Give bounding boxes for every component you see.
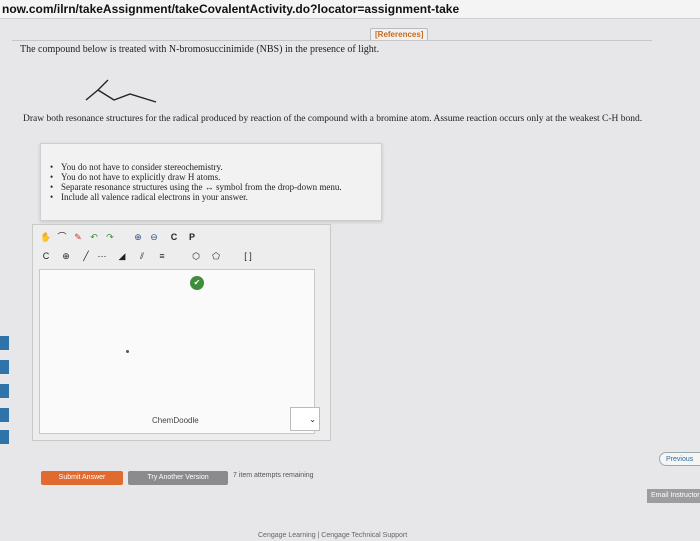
attempts-remaining: 7 item attempts remaining	[233, 472, 314, 479]
hint-item: You do not have to explicitly draw H ato…	[50, 172, 381, 182]
single-bond-icon[interactable]: ╱	[79, 249, 93, 263]
hint-item: Separate resonance structures using the …	[50, 182, 381, 192]
carbon-atom-icon[interactable]: C	[39, 249, 53, 263]
hints-box: You do not have to consider stereochemis…	[40, 143, 382, 221]
left-nav-tab[interactable]	[0, 336, 9, 350]
eraser-icon[interactable]: ✎	[71, 230, 85, 244]
left-nav-tab[interactable]	[0, 408, 9, 422]
arrow-select-dropdown[interactable]: ⌄	[290, 407, 320, 431]
footer-links[interactable]: Cengage Learning | Cengage Technical Sup…	[258, 532, 407, 539]
hand-icon[interactable]: ✋	[39, 230, 53, 244]
left-nav-tab[interactable]	[0, 360, 9, 374]
check-icon[interactable]: ✔	[190, 276, 204, 290]
wedge-bond-icon[interactable]: ◢	[115, 249, 129, 263]
hint-item: You do not have to consider stereochemis…	[50, 162, 381, 172]
compound-structure	[85, 79, 157, 103]
chain-icon[interactable]: ⋯	[95, 249, 109, 263]
copy-icon[interactable]: C	[167, 230, 181, 244]
redo-icon[interactable]: ↷	[103, 230, 117, 244]
question-intro: The compound below is treated with N-bro…	[20, 44, 380, 55]
undo-icon[interactable]: ↶	[87, 230, 101, 244]
zoom-in-icon[interactable]: ⊕	[131, 230, 145, 244]
left-nav-tab[interactable]	[0, 384, 9, 398]
try-another-version-button[interactable]: Try Another Version	[128, 471, 228, 485]
drawing-canvas[interactable]: ✔ ChemDoodle	[39, 269, 315, 434]
submit-answer-button[interactable]: Submit Answer	[41, 471, 123, 485]
question-instruction: Draw both resonance structures for the r…	[23, 114, 643, 124]
chemdoodle-brand: ChemDoodle	[152, 416, 199, 425]
chemdoodle-editor: ✋ ⌒ ✎ ↶ ↷ ⊕ ⊖ C P C ⊕ ╱ ⋯ ◢ ⫽ ≡ ⬡ ⬠ [ ] …	[32, 224, 331, 441]
previous-button[interactable]: Previous	[659, 452, 700, 466]
hint-item: Include all valence radical electrons in…	[50, 192, 381, 202]
charge-plus-icon[interactable]: ⊕	[59, 249, 73, 263]
double-bond-icon[interactable]: ⫽	[135, 249, 149, 263]
email-instructor-button[interactable]: Email Instructor	[647, 489, 700, 503]
triple-bond-icon[interactable]: ≡	[155, 249, 169, 263]
left-nav-strip	[0, 330, 9, 450]
zoom-out-icon[interactable]: ⊖	[147, 230, 161, 244]
divider	[12, 40, 652, 41]
canvas-dot	[126, 350, 129, 353]
paste-icon[interactable]: P	[185, 230, 199, 244]
lasso-icon[interactable]: ⌒	[55, 230, 69, 244]
brackets-icon[interactable]: [ ]	[237, 249, 259, 263]
address-bar[interactable]: now.com/ilrn/takeAssignment/takeCovalent…	[0, 0, 700, 19]
ring-hexagon-icon[interactable]: ⬡	[189, 249, 203, 263]
left-nav-tab[interactable]	[0, 430, 9, 444]
ring-pentagon-icon[interactable]: ⬠	[209, 249, 223, 263]
